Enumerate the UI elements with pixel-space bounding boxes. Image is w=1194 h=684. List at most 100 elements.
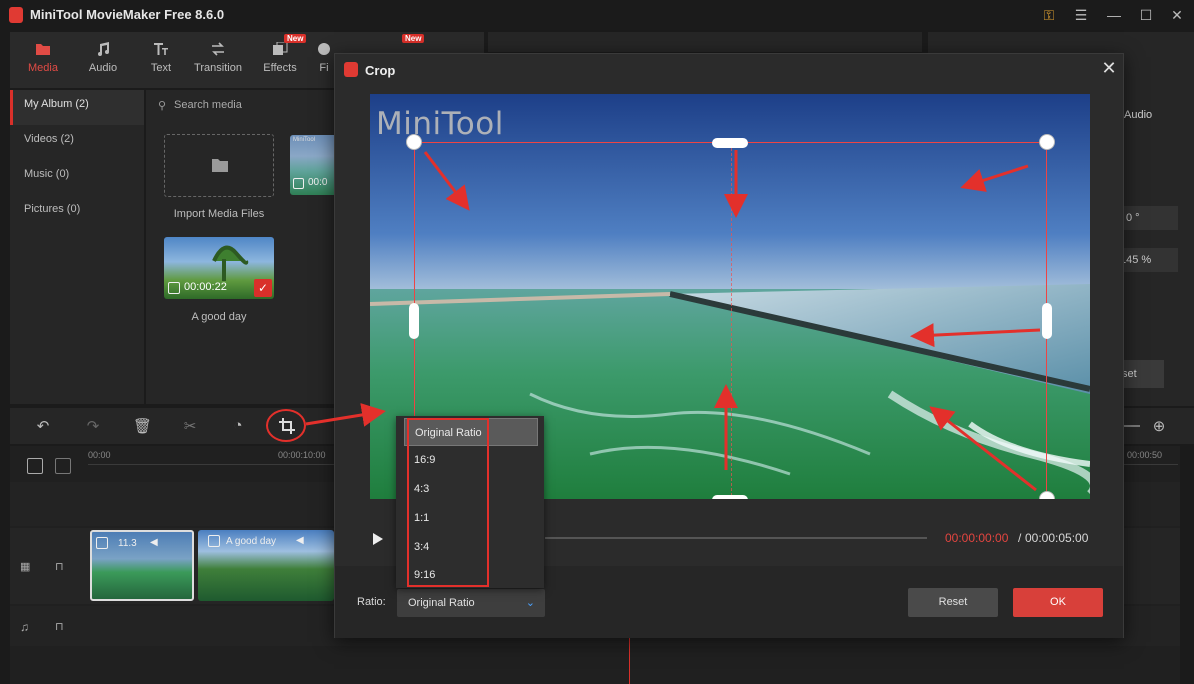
close-icon[interactable]: ✕ <box>1099 58 1119 78</box>
text-icon <box>154 43 168 55</box>
clip-1-duration: 00:0 <box>308 177 328 188</box>
import-media-button[interactable] <box>164 134 274 197</box>
total-time: 00:00:05:00 <box>1025 531 1089 545</box>
playhead[interactable] <box>629 636 630 684</box>
tab-transition[interactable]: Transition <box>189 32 247 88</box>
dialog-logo-icon <box>344 62 358 77</box>
crop-handle-left[interactable] <box>409 303 419 339</box>
lock-icon-2[interactable]: ⊓ <box>55 620 64 633</box>
scale-field[interactable]: 145 % <box>1118 248 1178 272</box>
crop-handle-bottom[interactable] <box>712 495 748 499</box>
transition-icon <box>212 42 224 56</box>
crop-handle-top[interactable] <box>712 138 748 148</box>
split-icon[interactable]: ✂ <box>181 417 199 435</box>
lock-icon[interactable]: ⊓ <box>55 560 64 573</box>
tab-audio-label: Audio <box>88 62 118 74</box>
seek-bar[interactable] <box>545 537 927 539</box>
timeline-clip-1[interactable]: 11.3 ◀ <box>90 530 194 601</box>
ratio-option-4-3[interactable]: 4:3 <box>396 475 544 503</box>
filters-icon <box>318 43 330 55</box>
folder-icon <box>212 159 228 172</box>
tab-media-label: Media <box>28 62 58 74</box>
ratio-option-1-1[interactable]: 1:1 <box>396 504 544 532</box>
film-icon <box>293 178 304 189</box>
chevron-down-icon: ⌄ <box>525 597 535 609</box>
timeline-clip-1-label: 11.3 <box>118 538 137 549</box>
ratio-option-9-16[interactable]: 9:16 <box>396 561 544 589</box>
media-clip-1[interactable]: MiniTool 00:0 <box>290 135 340 195</box>
sidebar-item-music[interactable]: Music (0) <box>10 160 144 195</box>
current-time: 00:00:00:00 <box>945 531 1009 545</box>
remove-track-icon[interactable] <box>55 458 71 474</box>
tab-text-label: Text <box>150 62 172 74</box>
ratio-selected-value: Original Ratio <box>408 597 475 609</box>
timeline-clip-2-label: A good day <box>226 536 277 547</box>
search-icon: ⚲ <box>158 100 167 112</box>
speaker-icon: ◀ <box>150 537 158 548</box>
tab-media[interactable]: Media <box>14 32 72 88</box>
ruler-end: 00:00:50 <box>1127 450 1163 460</box>
app-logo-icon <box>9 7 23 23</box>
crop-handle-right[interactable] <box>1042 303 1052 339</box>
crop-handle-top-right[interactable] <box>1039 134 1055 150</box>
new-badge-2: New <box>402 34 425 43</box>
title-bar: MiniTool MovieMaker Free 8.6.0 ⚿ ☰ — ☐ ✕ <box>0 0 1194 30</box>
app-title: MiniTool MovieMaker Free 8.6.0 <box>30 7 225 22</box>
key-icon[interactable]: ⚿ <box>1040 6 1058 24</box>
ratio-dropdown[interactable]: Original Ratio ⌄ <box>397 589 545 617</box>
music-track-icon: ♫ <box>20 620 29 634</box>
ratio-option-3-4[interactable]: 3:4 <box>396 533 544 561</box>
tab-effects-label: Effects <box>263 62 297 74</box>
time-separator: / <box>1018 531 1022 545</box>
rotation-field[interactable]: 0 ° <box>1118 206 1178 230</box>
tree-graphic <box>212 245 249 281</box>
crop-icon[interactable] <box>278 417 296 435</box>
zoom-in-icon[interactable]: ⊕ <box>1150 417 1168 435</box>
crop-center-guide <box>731 143 732 499</box>
media-folder-icon <box>36 44 50 55</box>
sidebar-item-videos[interactable]: Videos (2) <box>10 125 144 160</box>
delete-icon[interactable]: 🗑 <box>133 417 152 435</box>
player-header <box>488 32 922 52</box>
add-track-icon[interactable] <box>27 458 43 474</box>
film-icon-2 <box>168 282 180 294</box>
ruler-mid: 00:00:10:00 <box>278 450 326 460</box>
album-sidebar: My Album (2) Videos (2) Music (0) Pictur… <box>10 90 144 404</box>
menu-icon[interactable]: ☰ <box>1072 6 1090 24</box>
minitool-watermark: MiniTool <box>376 106 504 142</box>
dialog-title: Crop <box>365 63 396 78</box>
search-input[interactable]: Search media <box>174 99 242 111</box>
media-clip-2[interactable]: 00:00:22 ✓ <box>164 237 274 299</box>
ok-button[interactable]: OK <box>1013 588 1103 617</box>
tab-audio[interactable]: Audio <box>74 32 132 88</box>
maximize-icon[interactable]: ☐ <box>1137 6 1155 24</box>
app-window: MiniTool MovieMaker Free 8.6.0 ⚿ ☰ — ☐ ✕… <box>0 0 1194 684</box>
effects-icon <box>273 42 288 55</box>
tab-audio-props[interactable]: Audio <box>1124 109 1152 121</box>
clip-2-name: A good day <box>191 311 247 323</box>
crop-handle-top-left[interactable] <box>406 134 422 150</box>
added-check-icon: ✓ <box>254 279 272 297</box>
close-window-icon[interactable]: ✕ <box>1168 6 1186 24</box>
new-badge: New <box>284 34 307 43</box>
import-media-label: Import Media Files <box>173 208 265 220</box>
undo-icon[interactable]: ↶ <box>34 417 52 435</box>
redo-icon[interactable]: ↷ <box>84 417 102 435</box>
ruler-start: 00:00 <box>88 450 111 460</box>
play-icon[interactable] <box>369 531 385 547</box>
tab-text[interactable]: Text <box>132 32 190 88</box>
speaker-icon-2: ◀ <box>296 535 304 546</box>
tab-transition-label: Transition <box>194 62 242 74</box>
ratio-menu: Original Ratio 16:9 4:3 1:1 3:4 9:16 <box>396 416 544 588</box>
speed-icon[interactable]: ◔ <box>229 417 247 435</box>
music-note-icon <box>98 42 109 56</box>
ratio-option-16-9[interactable]: 16:9 <box>396 446 544 474</box>
sidebar-item-pictures[interactable]: Pictures (0) <box>10 195 144 230</box>
timeline-clip-2[interactable]: A good day ◀ <box>198 530 334 601</box>
sidebar-item-my-album[interactable]: My Album (2) <box>10 90 144 125</box>
ratio-label: Ratio: <box>357 596 386 608</box>
ratio-option-original[interactable]: Original Ratio <box>404 418 538 446</box>
clip-film-icon <box>96 537 108 549</box>
reset-button[interactable]: Reset <box>908 588 998 617</box>
minimize-icon[interactable]: — <box>1105 6 1123 24</box>
